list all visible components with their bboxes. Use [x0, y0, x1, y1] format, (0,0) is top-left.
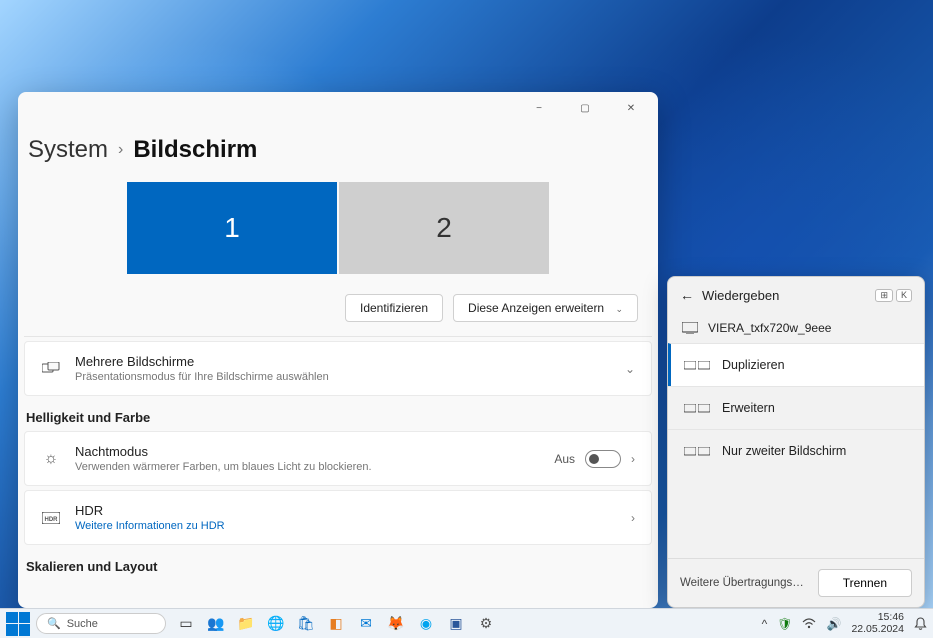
time: 15:46: [851, 612, 904, 624]
notifications-icon[interactable]: [914, 617, 927, 631]
project-option-2[interactable]: Nur zweiter Bildschirm: [668, 429, 924, 472]
monitors-icon: [41, 362, 61, 376]
scale-section-title: Skalieren und Layout: [26, 559, 650, 574]
project-option-label: Erweitern: [722, 401, 775, 415]
chevron-right-icon: ›: [631, 511, 635, 525]
chevron-down-icon: ⌄: [625, 362, 635, 376]
device-name: VIERA_txfx720w_9eee: [708, 321, 831, 335]
multiple-displays-row[interactable]: Mehrere Bildschirme Präsentationsmodus f…: [24, 341, 652, 396]
shield-icon[interactable]: 🛡: [777, 617, 792, 631]
taskbar-app-explorer[interactable]: 📁: [234, 612, 258, 636]
cast-device[interactable]: VIERA_txfx720w_9eee: [668, 313, 924, 343]
identify-button[interactable]: Identifizieren: [345, 294, 443, 322]
taskbar-app-task-view[interactable]: ▭: [174, 612, 198, 636]
taskbar-app-widgets[interactable]: ◧: [324, 612, 348, 636]
disconnect-button[interactable]: Trennen: [818, 569, 912, 597]
search-box[interactable]: 🔍 Suche: [36, 613, 166, 634]
night-toggle[interactable]: [585, 450, 621, 468]
more-settings-link[interactable]: Weitere Übertragungs…: [680, 577, 804, 589]
project-flyout: ← Wiedergeben ⊞ K VIERA_txfx720w_9eee Du…: [667, 276, 925, 608]
taskbar-app-app1[interactable]: ◉: [414, 612, 438, 636]
svg-text:HDR: HDR: [45, 517, 59, 523]
minimize-button[interactable]: −: [516, 92, 562, 124]
search-icon: 🔍: [47, 617, 61, 630]
taskbar-app-firefox[interactable]: 🦊: [384, 612, 408, 636]
key-k: K: [896, 289, 912, 302]
project-option-1[interactable]: Erweitern: [668, 386, 924, 429]
start-button[interactable]: [6, 612, 30, 636]
volume-icon[interactable]: 🔊: [826, 617, 841, 631]
page-title: Bildschirm: [133, 136, 257, 164]
clock[interactable]: 15:46 22.05.2024: [851, 612, 904, 635]
taskbar-app-app2[interactable]: ▣: [444, 612, 468, 636]
search-placeholder: Suche: [67, 618, 98, 630]
chevron-up-icon[interactable]: ^: [762, 617, 768, 631]
extend-dropdown[interactable]: Diese Anzeigen erweitern ⌄: [453, 294, 638, 322]
hdr-title: HDR: [75, 503, 617, 518]
chevron-right-icon: ›: [631, 452, 635, 466]
maximize-button[interactable]: ▢: [562, 92, 608, 124]
key-win: ⊞: [875, 289, 893, 302]
monitor-icon: [682, 322, 698, 334]
date: 22.05.2024: [851, 624, 904, 636]
taskbar: 🔍 Suche ▭👥📁🌐🛍◧✉🦊◉▣⚙ ^ 🛡 🔊 15:46 22.05.20…: [0, 608, 933, 638]
night-subtitle: Verwenden wärmerer Farben, um blaues Lic…: [75, 461, 540, 473]
taskbar-app-edge[interactable]: 🌐: [264, 612, 288, 636]
chevron-right-icon: ›: [118, 141, 123, 159]
dual-monitor-icon: [684, 447, 710, 456]
project-option-label: Nur zweiter Bildschirm: [722, 444, 846, 458]
night-title: Nachtmodus: [75, 444, 540, 459]
taskbar-app-store[interactable]: 🛍: [294, 612, 318, 636]
breadcrumb: System › Bildschirm: [18, 124, 658, 182]
hdr-icon: HDR: [41, 512, 61, 524]
project-option-label: Duplizieren: [722, 358, 785, 372]
display-1[interactable]: 1: [127, 182, 337, 274]
taskbar-app-outlook[interactable]: ✉: [354, 612, 378, 636]
display-arrangement[interactable]: 1 2: [30, 182, 646, 274]
settings-window: − ▢ ✕ System › Bildschirm 1 2 Identifizi…: [18, 92, 658, 608]
sun-icon: ☼: [41, 450, 61, 468]
night-state: Aus: [554, 452, 575, 466]
flyout-title: Wiedergeben: [702, 288, 779, 303]
chevron-down-icon: ⌄: [615, 304, 623, 314]
night-mode-row[interactable]: ☼ Nachtmodus Verwenden wärmerer Farben, …: [24, 431, 652, 486]
display-2[interactable]: 2: [339, 182, 549, 274]
multi-title: Mehrere Bildschirme: [75, 354, 611, 369]
wifi-icon[interactable]: [802, 618, 816, 629]
titlebar: − ▢ ✕: [18, 92, 658, 124]
brightness-section-title: Helligkeit und Farbe: [26, 410, 650, 425]
extend-label: Diese Anzeigen erweitern: [468, 301, 604, 315]
multi-subtitle: Präsentationsmodus für Ihre Bildschirme …: [75, 371, 611, 383]
dual-monitor-icon: [684, 361, 710, 370]
close-button[interactable]: ✕: [608, 92, 654, 124]
taskbar-app-teams[interactable]: 👥: [204, 612, 228, 636]
hdr-link[interactable]: Weitere Informationen zu HDR: [75, 520, 617, 532]
breadcrumb-parent[interactable]: System: [28, 136, 108, 164]
project-option-0[interactable]: Duplizieren: [668, 343, 924, 386]
hdr-row[interactable]: HDR HDR Weitere Informationen zu HDR ›: [24, 490, 652, 545]
project-options: Duplizieren Erweitern Nur zweiter Bildschi…: [668, 343, 924, 558]
dual-monitor-icon: [684, 404, 710, 413]
taskbar-app-settings[interactable]: ⚙: [474, 612, 498, 636]
back-button[interactable]: ←: [680, 287, 694, 303]
